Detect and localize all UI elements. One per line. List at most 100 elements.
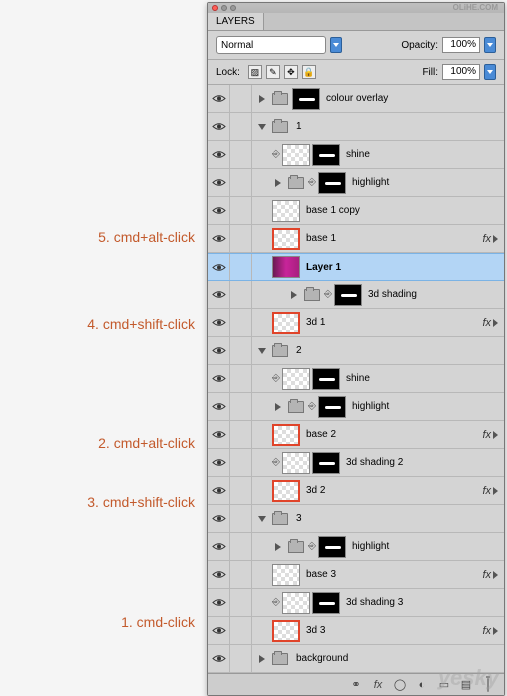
layer-row[interactable]: base 3 fx: [208, 561, 504, 589]
layer-name[interactable]: 3d shading: [368, 289, 417, 300]
disclosure-triangle-icon[interactable]: [259, 655, 265, 663]
layer-row[interactable]: 1: [208, 113, 504, 141]
layer-row[interactable]: 3d 2 fx: [208, 477, 504, 505]
tab-layers[interactable]: LAYERS: [208, 13, 264, 30]
layer-row[interactable]: ⎆highlight: [208, 393, 504, 421]
layer-row[interactable]: ⎆3d shading: [208, 281, 504, 309]
fill-value[interactable]: 100%: [442, 64, 480, 80]
visibility-toggle[interactable]: [208, 225, 230, 252]
opacity-value[interactable]: 100%: [442, 37, 480, 53]
lock-all-icon[interactable]: 🔒: [302, 65, 316, 79]
layer-name[interactable]: 3d 1: [306, 317, 325, 328]
link-cell[interactable]: [230, 197, 252, 224]
visibility-toggle[interactable]: [208, 617, 230, 644]
visibility-toggle[interactable]: [208, 449, 230, 476]
layer-thumbnail[interactable]: [312, 368, 340, 390]
visibility-toggle[interactable]: [208, 337, 230, 364]
layer-row[interactable]: colour overlay: [208, 85, 504, 113]
disclosure-triangle-icon[interactable]: [259, 95, 265, 103]
layer-thumbnail[interactable]: [282, 452, 310, 474]
layer-thumbnail[interactable]: [282, 144, 310, 166]
layer-thumbnail[interactable]: [318, 172, 346, 194]
lock-transparency-icon[interactable]: ▨: [248, 65, 262, 79]
layer-thumbnail[interactable]: [272, 480, 300, 502]
layer-thumbnail[interactable]: [312, 452, 340, 474]
layer-style-icon[interactable]: fx: [370, 679, 386, 691]
fx-badge[interactable]: fx: [482, 485, 491, 497]
fx-disclosure-icon[interactable]: [493, 319, 498, 327]
visibility-toggle[interactable]: [208, 254, 230, 280]
layer-name[interactable]: Layer 1: [306, 262, 341, 273]
fx-disclosure-icon[interactable]: [493, 487, 498, 495]
delete-layer-icon[interactable]: [480, 679, 496, 691]
layer-row[interactable]: ⎆shine: [208, 365, 504, 393]
disclosure-triangle-icon[interactable]: [275, 403, 281, 411]
visibility-toggle[interactable]: [208, 85, 230, 112]
panel-titlebar[interactable]: OLiHE.COM: [208, 3, 504, 13]
link-cell[interactable]: [230, 365, 252, 392]
visibility-toggle[interactable]: [208, 169, 230, 196]
disclosure-triangle-icon[interactable]: [291, 291, 297, 299]
fx-disclosure-icon[interactable]: [493, 431, 498, 439]
layer-thumbnail[interactable]: [272, 228, 300, 250]
link-layers-icon[interactable]: ⚭: [348, 678, 364, 691]
link-cell[interactable]: [230, 477, 252, 504]
window-controls[interactable]: [212, 5, 236, 11]
layer-row[interactable]: ⎆3d shading 3: [208, 589, 504, 617]
opacity-dropdown-icon[interactable]: [484, 37, 496, 53]
fx-badge[interactable]: fx: [482, 233, 491, 245]
layer-row[interactable]: 3d 3fx: [208, 617, 504, 645]
new-group-icon[interactable]: ▭: [436, 678, 452, 691]
layer-row[interactable]: ⎆shine: [208, 141, 504, 169]
link-cell[interactable]: [230, 589, 252, 616]
layer-name[interactable]: base 3: [306, 569, 336, 580]
layer-name[interactable]: 3d 3: [306, 625, 325, 636]
link-cell[interactable]: [230, 505, 252, 532]
tab-other[interactable]: [264, 13, 280, 30]
layer-thumbnail[interactable]: [272, 256, 300, 278]
visibility-toggle[interactable]: [208, 589, 230, 616]
fx-disclosure-icon[interactable]: [493, 235, 498, 243]
fx-badge[interactable]: fx: [482, 429, 491, 441]
layer-row[interactable]: base 1 fx: [208, 225, 504, 253]
fx-badge[interactable]: fx: [482, 317, 491, 329]
lock-icons[interactable]: ▨ ✎ ✥ 🔒: [248, 65, 316, 79]
blend-mode-dropdown-icon[interactable]: [330, 37, 342, 53]
disclosure-triangle-icon[interactable]: [258, 124, 266, 130]
visibility-toggle[interactable]: [208, 281, 230, 308]
layer-name[interactable]: base 1 copy: [306, 205, 360, 216]
link-cell[interactable]: [230, 617, 252, 644]
visibility-toggle[interactable]: [208, 393, 230, 420]
disclosure-triangle-icon[interactable]: [275, 179, 281, 187]
visibility-toggle[interactable]: [208, 505, 230, 532]
layer-thumbnail[interactable]: [272, 564, 300, 586]
fx-badge[interactable]: fx: [482, 569, 491, 581]
layer-thumbnail[interactable]: [318, 536, 346, 558]
layer-thumbnail[interactable]: [272, 200, 300, 222]
new-layer-icon[interactable]: ▤: [458, 678, 474, 691]
link-cell[interactable]: [230, 645, 252, 672]
link-cell[interactable]: [230, 254, 252, 280]
layer-name[interactable]: highlight: [352, 177, 389, 188]
layer-name[interactable]: 1: [296, 121, 302, 132]
visibility-toggle[interactable]: [208, 645, 230, 672]
visibility-toggle[interactable]: [208, 141, 230, 168]
visibility-toggle[interactable]: [208, 113, 230, 140]
layer-thumbnail[interactable]: [282, 368, 310, 390]
layer-row[interactable]: Layer 1: [208, 253, 504, 281]
layer-name[interactable]: base 1: [306, 233, 336, 244]
link-cell[interactable]: [230, 561, 252, 588]
layer-mask-icon[interactable]: ◯: [392, 678, 408, 691]
fill-dropdown-icon[interactable]: [484, 64, 496, 80]
layer-thumbnail[interactable]: [272, 312, 300, 334]
layer-thumbnail[interactable]: [318, 396, 346, 418]
link-cell[interactable]: [230, 141, 252, 168]
link-cell[interactable]: [230, 169, 252, 196]
visibility-toggle[interactable]: [208, 421, 230, 448]
layer-name[interactable]: 3d 2: [306, 485, 325, 496]
layer-name[interactable]: base 2: [306, 429, 336, 440]
panel-tabs[interactable]: LAYERS: [208, 13, 504, 31]
visibility-toggle[interactable]: [208, 309, 230, 336]
layer-name[interactable]: 2: [296, 345, 302, 356]
lock-position-icon[interactable]: ✥: [284, 65, 298, 79]
